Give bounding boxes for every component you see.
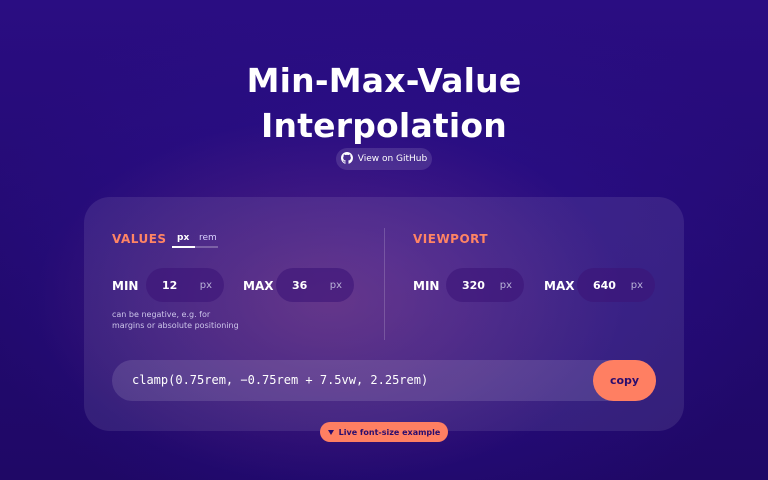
values-max-label: MAX xyxy=(243,279,274,293)
page-title: Min-Max-Value Interpolation xyxy=(0,58,768,148)
values-heading: VALUES xyxy=(112,232,167,246)
viewport-min-label: MIN xyxy=(413,279,440,293)
clamp-output[interactable]: clamp(0.75rem, −0.75rem + 7.5vw, 2.25rem… xyxy=(112,360,656,401)
clamp-output-text[interactable]: clamp(0.75rem, −0.75rem + 7.5vw, 2.25rem… xyxy=(132,373,428,387)
values-max-input[interactable] xyxy=(292,278,322,292)
viewport-max-label: MAX xyxy=(544,279,575,293)
viewport-min-unit: px xyxy=(499,279,512,291)
github-button[interactable]: View on GitHub xyxy=(336,148,432,170)
unit-option-rem[interactable]: rem xyxy=(199,233,217,243)
title-line-1: Min-Max-Value xyxy=(246,61,522,100)
values-min-label: MIN xyxy=(112,279,139,293)
viewport-min-field[interactable]: px xyxy=(446,268,524,302)
title-line-2: Interpolation xyxy=(261,106,507,145)
github-icon xyxy=(340,151,353,167)
viewport-min-input[interactable] xyxy=(462,278,492,292)
viewport-max-unit: px xyxy=(630,279,643,291)
viewport-max-field[interactable]: px xyxy=(577,268,655,302)
live-example-button[interactable]: Live font-size example xyxy=(320,422,448,442)
triangle-down-icon xyxy=(327,429,334,435)
values-max-field[interactable]: px xyxy=(276,268,354,302)
github-label: View on GitHub xyxy=(357,154,428,164)
values-max-unit: px xyxy=(329,279,342,291)
values-min-field[interactable]: px xyxy=(146,268,224,302)
values-hint: can be negative, e.g. for margins or abs… xyxy=(112,310,239,330)
values-min-input[interactable] xyxy=(162,278,192,292)
unit-toggle[interactable]: px rem xyxy=(172,233,218,248)
unit-option-px[interactable]: px xyxy=(177,233,189,243)
section-divider xyxy=(384,228,385,340)
copy-button[interactable]: copy xyxy=(593,360,656,401)
viewport-heading: VIEWPORT xyxy=(413,232,489,246)
values-min-unit: px xyxy=(199,279,212,291)
unit-toggle-indicator xyxy=(172,246,195,248)
viewport-max-input[interactable] xyxy=(593,278,623,292)
live-example-label: Live font-size example xyxy=(338,427,441,437)
